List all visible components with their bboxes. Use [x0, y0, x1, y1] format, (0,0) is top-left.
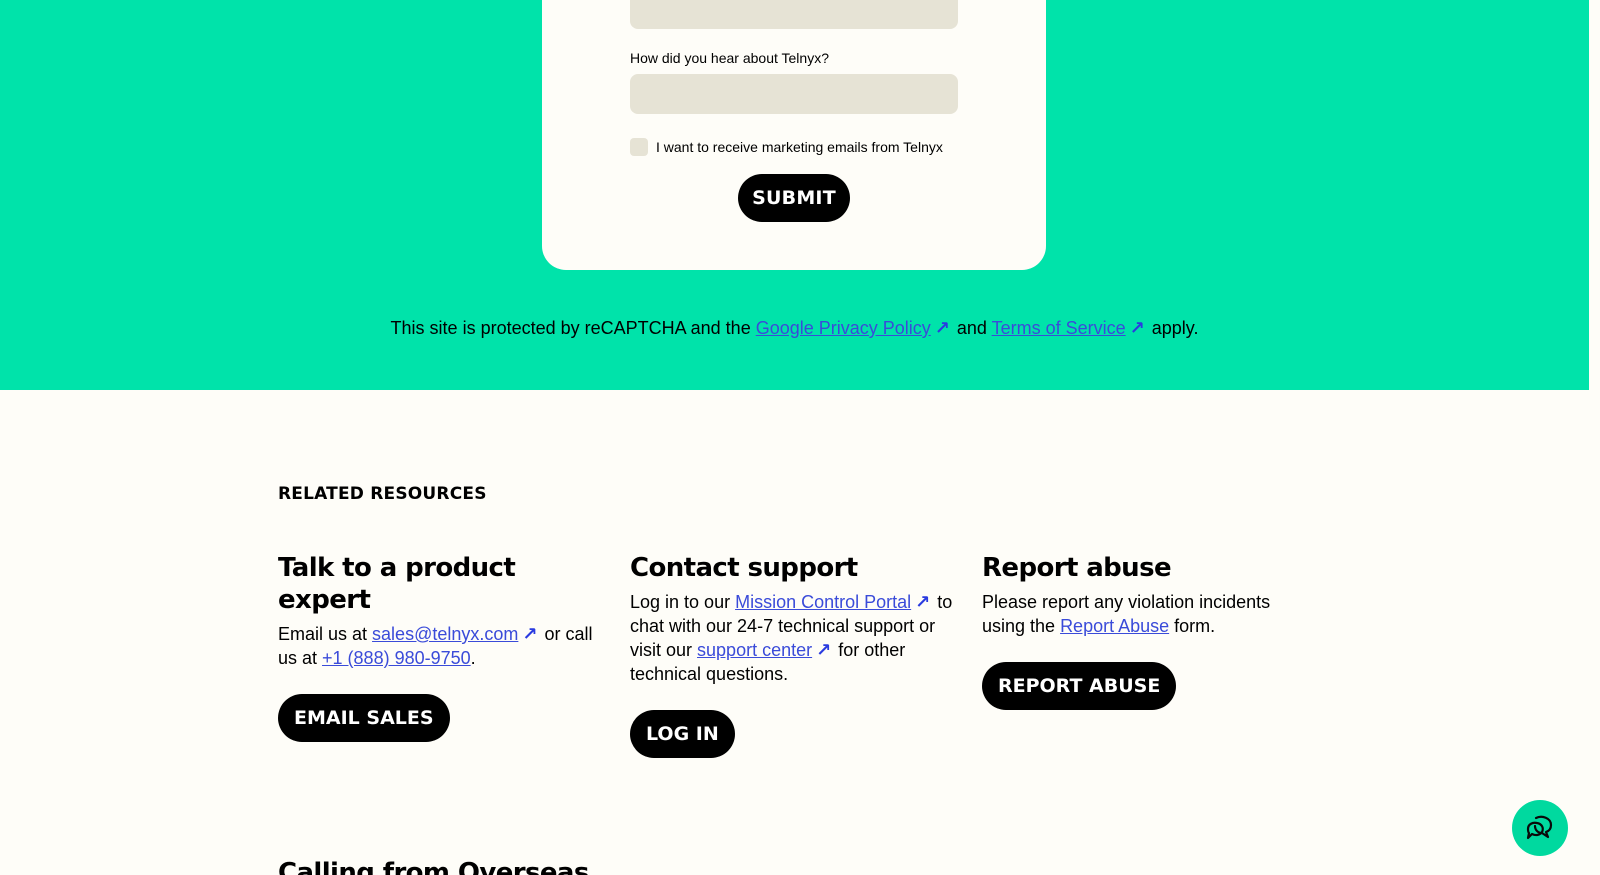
recaptcha-notice: This site is protected by reCAPTCHA and … [0, 318, 1589, 339]
related-resources-heading: RELATED RESOURCES [278, 484, 487, 504]
product-expert-title: Talk to a product expert [278, 553, 516, 615]
previous-form-field[interactable] [630, 0, 958, 29]
contact-form-card: How did you hear about Telnyx? I want to… [542, 0, 1046, 270]
contact-support-column: Contact support Log in to our Mission Co… [630, 552, 956, 758]
report-abuse-column: Report abuse Please report any violation… [982, 552, 1308, 710]
marketing-checkbox-label[interactable]: I want to receive marketing emails from … [656, 139, 943, 155]
contact-support-text: Log in to our Mission Control Portal ↗ to… [630, 590, 956, 686]
recaptcha-and: and [951, 318, 992, 338]
hear-about-input[interactable] [630, 74, 958, 114]
report-abuse-text-2: form. [1169, 616, 1216, 636]
contact-support-title: Contact support [630, 553, 858, 583]
contact-support-text-1: Log in to our [630, 592, 736, 612]
product-expert-text-1: Email us at [278, 624, 373, 644]
report-abuse-link[interactable]: Report Abuse [1060, 616, 1169, 636]
email-sales-button[interactable]: EMAIL SALES [278, 694, 450, 742]
product-expert-text: Email us at sales@telnyx.com ↗ or call us… [278, 622, 604, 670]
sales-email-link[interactable]: sales@telnyx.com [372, 624, 518, 644]
report-abuse-title: Report abuse [982, 553, 1172, 583]
support-center-link[interactable]: support center [697, 640, 812, 660]
marketing-checkbox[interactable] [630, 138, 648, 156]
chat-widget-button[interactable] [1512, 800, 1568, 856]
submit-button[interactable]: SUBMIT [738, 174, 850, 222]
product-expert-column: Talk to a product expert Email us at sal… [278, 552, 604, 742]
chat-bubbles-icon [1526, 815, 1553, 840]
calling-from-overseas-heading: Calling from Overseas [278, 858, 589, 875]
recaptcha-prefix: This site is protected by reCAPTCHA and … [390, 318, 756, 338]
external-link-icon: ↗ [934, 318, 950, 338]
external-link-icon: ↗ [522, 624, 538, 644]
product-expert-text-3: . [470, 648, 476, 668]
terms-of-service-link[interactable]: Terms of Service [992, 318, 1126, 338]
sales-phone-link[interactable]: +1 (888) 980-9750 [322, 648, 471, 668]
google-privacy-policy-link[interactable]: Google Privacy Policy [756, 318, 931, 338]
report-abuse-text: Please report any violation incidents us… [982, 590, 1308, 638]
hear-about-label: How did you hear about Telnyx? [630, 50, 829, 66]
external-link-icon: ↗ [915, 592, 931, 612]
external-link-icon: ↗ [816, 640, 832, 660]
mission-control-portal-link[interactable]: Mission Control Portal [735, 592, 911, 612]
external-link-icon: ↗ [1129, 318, 1145, 338]
recaptcha-suffix: apply. [1146, 318, 1199, 338]
log-in-button[interactable]: LOG IN [630, 710, 735, 758]
report-abuse-button[interactable]: REPORT ABUSE [982, 662, 1177, 710]
